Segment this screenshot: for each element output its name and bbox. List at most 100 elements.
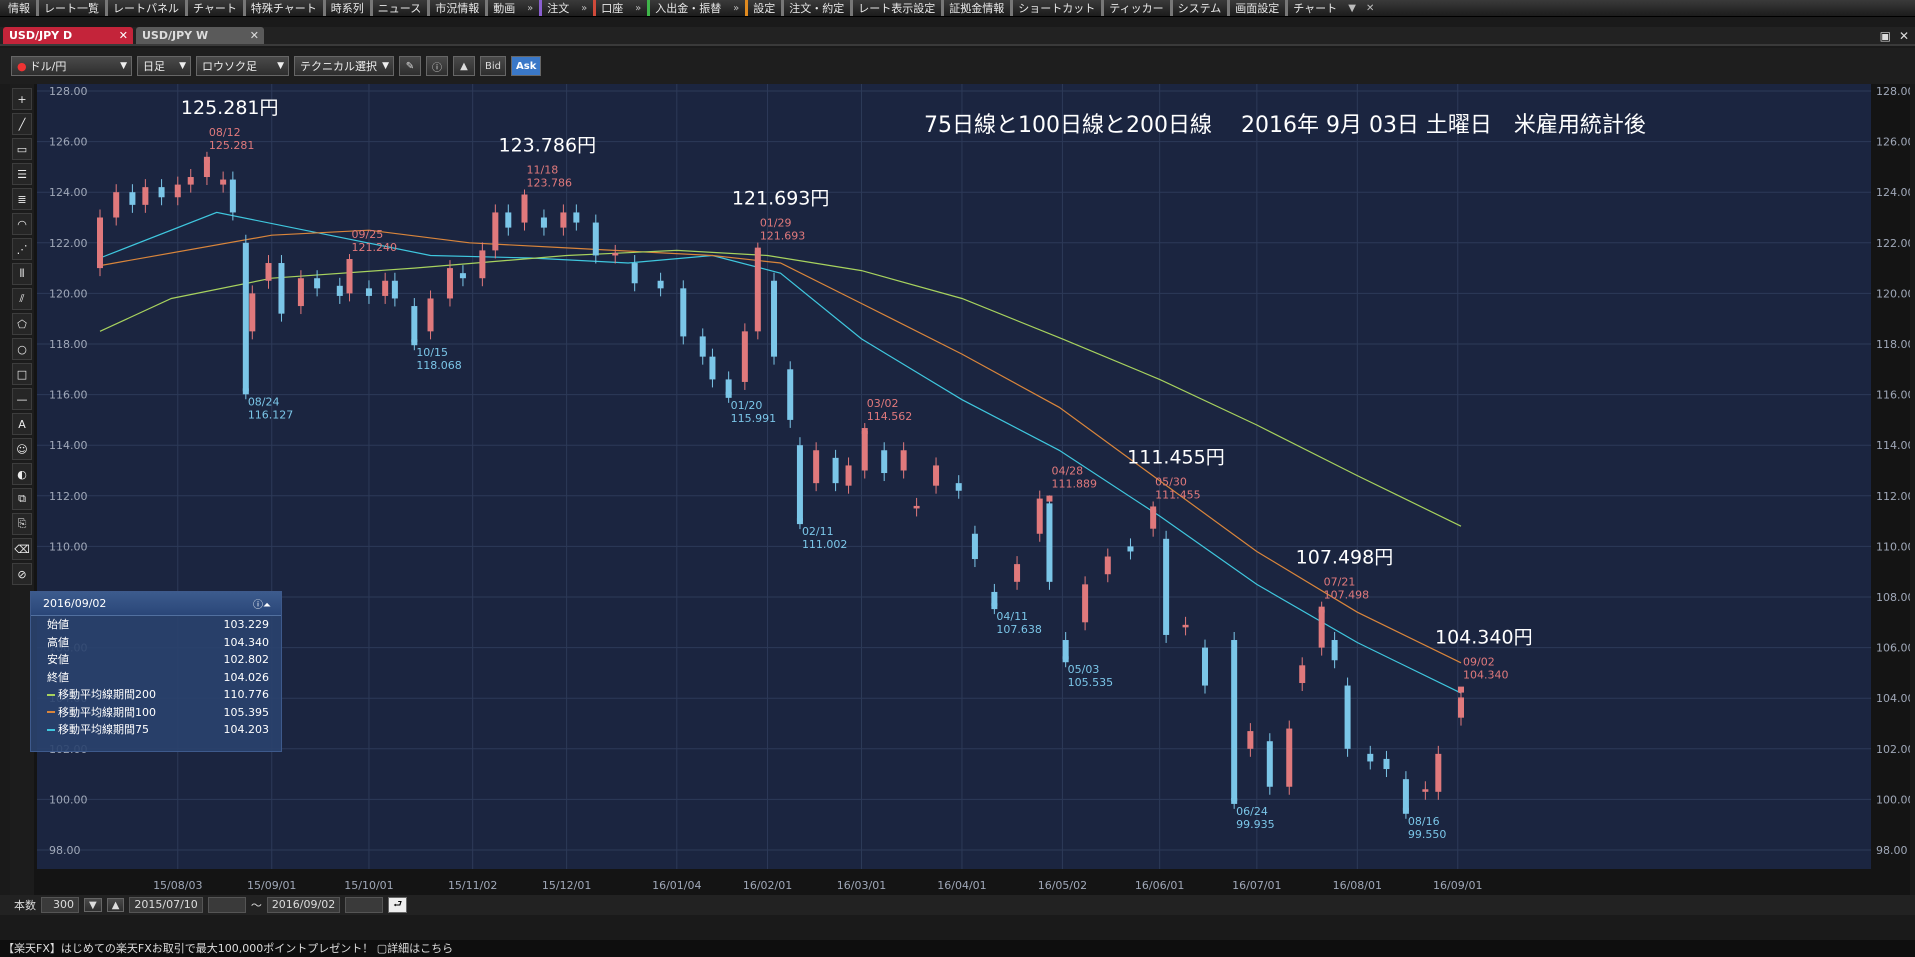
tab-usdjpy-daily[interactable]: USD/JPY D ✕ [3, 27, 133, 44]
menu-item[interactable]: ショートカット [1010, 0, 1101, 16]
eraser-all-icon[interactable]: ⊘ [12, 563, 32, 585]
extreme-date-label: 02/11 [802, 525, 834, 538]
bars-count-input[interactable]: 300 [41, 897, 79, 913]
y-tick-label-right: 124.00 [1876, 186, 1910, 199]
menu-item[interactable]: 注文 [539, 0, 575, 16]
fibonacci-icon[interactable]: ≣ [12, 188, 32, 210]
menu-item[interactable]: ティッカー [1101, 0, 1169, 16]
info-label: 終値 [47, 670, 69, 684]
candle [787, 369, 794, 420]
extreme-date-label: 08/24 [248, 395, 280, 408]
price-chart[interactable]: 128.00 128.00 126.00 126.00 124.00 124.00 122.… [37, 84, 1915, 895]
menu-item[interactable]: レート表示設定 [850, 0, 941, 16]
channel-icon[interactable]: ⫽ [12, 288, 32, 310]
emoji-icon[interactable]: ☺ [12, 438, 32, 460]
horizontal-lines-icon[interactable]: ☰ [12, 163, 32, 185]
menu-item[interactable]: チャート [185, 0, 243, 16]
close-icon[interactable]: ✕ [250, 27, 259, 44]
menu-item[interactable]: 注文・約定 [781, 0, 850, 16]
info-rows: 始値 103.229 高値 104.340 安値 102.802 終値 104.026 移動平均… [31, 616, 281, 739]
trendline-icon[interactable]: ╱ [12, 113, 32, 135]
extreme-marker [242, 388, 249, 395]
menu-item[interactable]: システム [1169, 0, 1228, 16]
extreme-date-label: 03/02 [867, 397, 899, 410]
y-tick-label-right: 110.00 [1876, 540, 1910, 553]
circle-icon[interactable]: ○ [12, 338, 32, 360]
candle [129, 192, 136, 205]
more-icon[interactable]: » [575, 3, 593, 14]
line-swatch [47, 693, 55, 696]
chevron-down-icon[interactable]: ▼ [1343, 3, 1361, 14]
menu-item[interactable]: 時系列 [322, 0, 370, 16]
currency-pair-select[interactable]: ● ドル/円 ▼ [11, 56, 132, 76]
pen-icon[interactable]: ✎ [399, 56, 421, 76]
x-tick-label: 16/07/01 [1232, 879, 1281, 892]
paste-icon[interactable]: ⎘ [12, 513, 32, 535]
close-icon[interactable]: ✕ [119, 27, 128, 44]
extreme-marker [1458, 686, 1464, 693]
price-callout: 123.786円 [499, 135, 597, 157]
bid-button[interactable]: Bid [480, 56, 506, 76]
close-icon[interactable]: ✕ [1899, 29, 1909, 43]
rectangle-icon[interactable]: □ [12, 363, 32, 385]
info-row: 移動平均線期間200 110.776 [31, 686, 281, 704]
decrement-icon[interactable]: ▼ [84, 898, 102, 912]
menu-item[interactable]: ニュース [369, 0, 427, 16]
pentagon-icon[interactable]: ⬠ [12, 313, 32, 335]
extreme-date-label: 10/15 [416, 346, 448, 359]
extreme-value-label: 99.550 [1408, 828, 1447, 841]
candle [1182, 624, 1189, 628]
more-icon[interactable]: » [629, 3, 647, 14]
arc-icon[interactable]: ◠ [12, 213, 32, 235]
fan-icon[interactable]: ⋰ [12, 238, 32, 260]
menu-item[interactable]: レート一覧 [36, 0, 105, 16]
candle [1435, 753, 1442, 792]
ruler-icon[interactable]: ▭ [12, 138, 32, 160]
chart-type-select[interactable]: ロウソク足 ▼ [196, 56, 289, 76]
copy-icon[interactable]: ⧉ [12, 488, 32, 510]
menu-item[interactable]: 口座 [593, 0, 629, 16]
candle [391, 280, 398, 299]
hline-icon[interactable]: — [12, 388, 32, 410]
extreme-date-label: 09/02 [1463, 656, 1495, 669]
period-select[interactable]: 日足 ▼ [137, 56, 191, 76]
menu-item[interactable]: 証拠金情報 [941, 0, 1010, 16]
menu-item[interactable]: 画面設定 [1227, 0, 1285, 16]
return-icon[interactable]: ⮐ [388, 897, 408, 913]
extreme-marker [1046, 495, 1053, 502]
info-panel-header[interactable]: 2016/09/02 ⓘ⏶ [31, 592, 281, 616]
menu-item[interactable]: 設定 [745, 0, 781, 16]
magnet-icon[interactable]: ◐ [12, 463, 32, 485]
menu-item[interactable]: 市況情報 [427, 0, 485, 16]
crosshair-icon[interactable]: + [12, 88, 32, 110]
increment-icon[interactable]: ▲ [106, 898, 125, 912]
info-row: 高値 104.340 [31, 634, 281, 652]
from-time-field[interactable] [207, 897, 246, 913]
to-date-field[interactable]: 2016/09/02 [266, 897, 341, 913]
technical-select[interactable]: テクニカル選択 ▼ [294, 56, 394, 76]
from-date-field[interactable]: 2015/07/10 [129, 897, 203, 913]
vertical-lines-icon[interactable]: ⦀ [12, 263, 32, 285]
candle [592, 222, 599, 256]
info-icon[interactable]: ⓘ [426, 56, 448, 76]
more-icon[interactable]: » [521, 3, 539, 14]
restore-icon[interactable]: ▣ [1880, 29, 1891, 43]
menu-item[interactable]: 動画 [485, 0, 521, 16]
menu-item[interactable]: 入出金・振替 [647, 0, 727, 16]
to-time-field[interactable] [345, 897, 384, 913]
area-chart-icon[interactable]: ▲ [453, 56, 475, 76]
tab-usdjpy-weekly[interactable]: USD/JPY W ✕ [136, 27, 264, 44]
more-icon[interactable]: » [727, 3, 745, 14]
text-icon[interactable]: A [12, 413, 32, 435]
close-icon[interactable]: ✕ [1361, 3, 1379, 14]
eraser-icon[interactable]: ⌫ [12, 538, 32, 560]
promo-text[interactable]: 【楽天FX】はじめての楽天FXお取引で最大100,000ポイントプレゼント！ ▢… [3, 942, 453, 955]
menu-item[interactable]: 特殊チャート [242, 0, 323, 16]
menu-item[interactable]: 情報 [0, 0, 36, 16]
menu-item[interactable]: レートパネル [105, 0, 185, 16]
info-icon[interactable]: ⓘ⏶ [253, 596, 271, 611]
ask-button[interactable]: Ask [511, 56, 542, 76]
candle [336, 285, 343, 296]
y-tick-label-left: 126.00 [49, 136, 88, 149]
menu-item[interactable]: チャート [1285, 0, 1343, 16]
